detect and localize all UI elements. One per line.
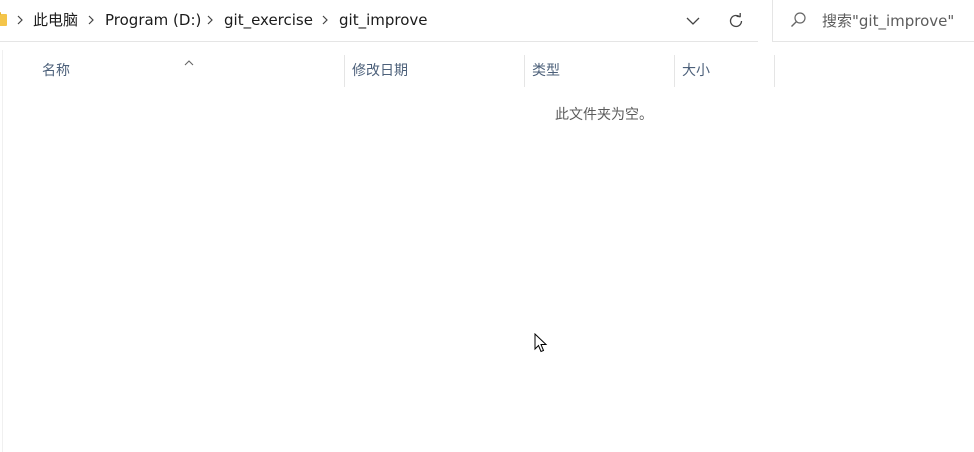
- chevron-right-icon[interactable]: [320, 13, 330, 27]
- column-divider[interactable]: [524, 55, 525, 87]
- breadcrumb-this-pc[interactable]: 此电脑: [33, 10, 78, 30]
- breadcrumb-git-improve[interactable]: git_improve: [339, 10, 428, 30]
- mouse-pointer-icon: [534, 332, 548, 353]
- chevron-right-icon[interactable]: [15, 13, 25, 27]
- column-header-modified[interactable]: 修改日期: [352, 57, 408, 85]
- column-header-size[interactable]: 大小: [682, 57, 710, 85]
- chevron-right-icon[interactable]: [86, 13, 96, 27]
- chevron-right-icon[interactable]: [205, 13, 215, 27]
- empty-folder-message: 此文件夹为空。: [555, 107, 653, 123]
- column-divider[interactable]: [674, 55, 675, 87]
- refresh-icon[interactable]: [722, 8, 750, 34]
- chevron-down-icon[interactable]: [679, 8, 707, 34]
- search-input[interactable]: 搜索"git_improve": [822, 11, 954, 31]
- folder-icon: [0, 12, 7, 26]
- breadcrumb-drive-d[interactable]: Program (D:): [105, 10, 201, 30]
- column-header-type[interactable]: 类型: [532, 57, 560, 85]
- breadcrumb-git-exercise[interactable]: git_exercise: [224, 10, 313, 30]
- column-divider[interactable]: [774, 55, 775, 87]
- search-box[interactable]: 搜索"git_improve": [772, 0, 974, 42]
- address-bar[interactable]: 此电脑 Program (D:) git_exercise git_improv…: [0, 0, 758, 42]
- sort-ascending-icon: [183, 52, 195, 66]
- pane-divider: [2, 50, 3, 452]
- search-icon: [789, 11, 807, 29]
- column-header-name[interactable]: 名称: [42, 57, 70, 85]
- file-explorer-window: 此电脑 Program (D:) git_exercise git_improv…: [0, 0, 974, 452]
- column-divider[interactable]: [344, 55, 345, 87]
